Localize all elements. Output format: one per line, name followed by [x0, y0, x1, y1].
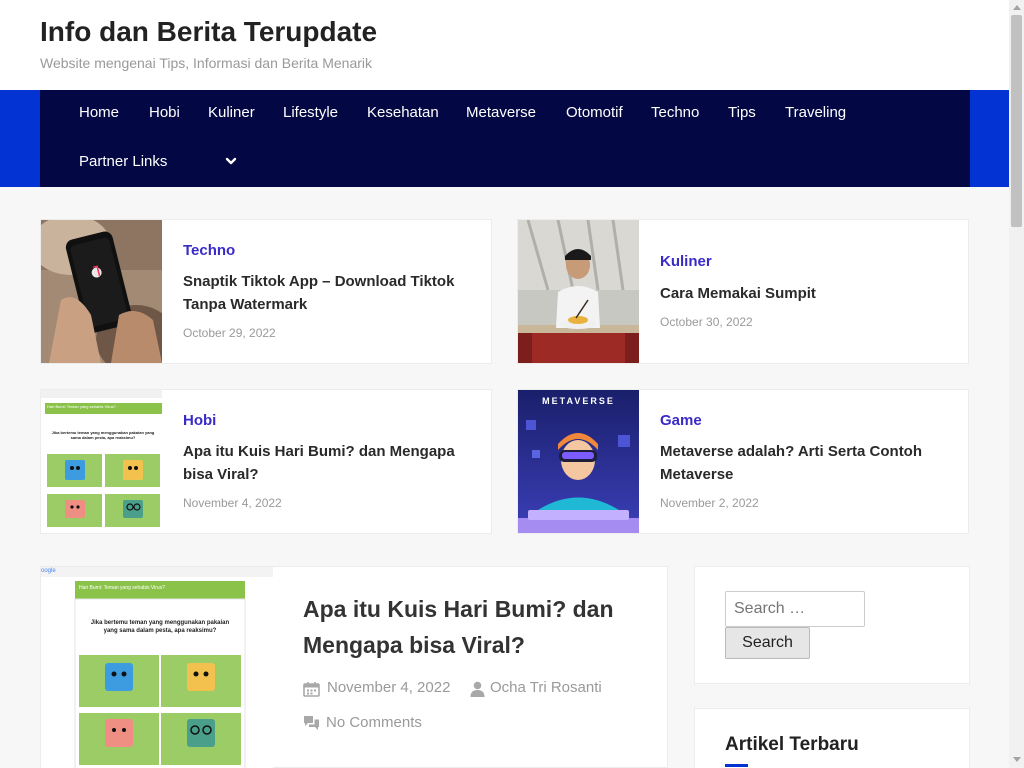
- search-input[interactable]: [725, 591, 865, 627]
- recent-articles-title: Artikel Terbaru: [725, 734, 859, 755]
- scrollbar-thumb[interactable]: [1011, 15, 1022, 227]
- post-title[interactable]: Apa itu Kuis Hari Bumi? dan Mengapa bisa…: [303, 591, 643, 663]
- thumbnail-man-eating[interactable]: [518, 220, 639, 363]
- card-category[interactable]: Hobi: [183, 412, 216, 429]
- thumbnail-tiktok-phone[interactable]: [41, 220, 162, 363]
- card-date: October 29, 2022: [183, 326, 276, 340]
- featured-card-snaptik[interactable]: Techno Snaptik Tiktok App – Download Tik…: [40, 219, 492, 364]
- card-title[interactable]: Apa itu Kuis Hari Bumi? dan Mengapa bisa…: [183, 440, 483, 486]
- thumbnail-metaverse[interactable]: METAVERSE: [518, 390, 639, 533]
- nav-item-otomotif[interactable]: Otomotif: [566, 104, 623, 121]
- post-comments[interactable]: No Comments: [326, 714, 422, 731]
- nav-band: Home Hobi Kuliner Lifestyle Kesehatan Me…: [0, 90, 1009, 187]
- card-title[interactable]: Metaverse adalah? Arti Serta Contoh Meta…: [660, 440, 960, 486]
- featured-card-sumpit[interactable]: Kuliner Cara Memakai Sumpit October 30, …: [517, 219, 969, 364]
- nav-item-metaverse[interactable]: Metaverse: [466, 104, 536, 121]
- thumbnail-kuis-hari-bumi[interactable]: Hari Bumi: Teman yang sehabis Virus? Jik…: [41, 390, 162, 533]
- page-scrollbar[interactable]: [1009, 0, 1024, 768]
- card-category[interactable]: Game: [660, 412, 702, 429]
- nav-item-hobi[interactable]: Hobi: [149, 104, 180, 121]
- nav-item-tips[interactable]: Tips: [728, 104, 756, 121]
- post-article: oogle Hari Bumi: Teman yang sehabis Viru…: [40, 566, 668, 768]
- main-navigation: Home Hobi Kuliner Lifestyle Kesehatan Me…: [40, 90, 970, 187]
- thumbnail-quiz-question: Jika bertemu teman yang menggunakan paka…: [51, 430, 155, 440]
- card-category[interactable]: Kuliner: [660, 253, 712, 270]
- post-thumbnail-kuis-hari-bumi[interactable]: oogle Hari Bumi: Teman yang sehabis Viru…: [41, 567, 273, 768]
- featured-card-metaverse[interactable]: METAVERSE Game Metaverse adalah? Arti Se…: [517, 389, 969, 534]
- nav-item-lifestyle[interactable]: Lifestyle: [283, 104, 338, 121]
- card-title[interactable]: Snaptik Tiktok App – Download Tiktok Tan…: [183, 270, 483, 316]
- card-date: November 4, 2022: [183, 496, 282, 510]
- scroll-down-arrow-icon[interactable]: [1013, 757, 1021, 762]
- nav-item-traveling[interactable]: Traveling: [785, 104, 846, 121]
- search-widget: Search: [694, 566, 970, 684]
- page: Info dan Berita Terupdate Website mengen…: [0, 0, 1009, 768]
- thumbnail-quiz-header: Hari Bumi: Teman yang sehabis Virus?: [79, 585, 165, 591]
- site-title[interactable]: Info dan Berita Terupdate: [40, 16, 377, 48]
- post-author[interactable]: Ocha Tri Rosanti: [490, 679, 602, 696]
- card-category[interactable]: Techno: [183, 242, 235, 259]
- thumbnail-quiz-header: Hari Bumi: Teman yang sehabis Virus?: [47, 404, 116, 409]
- search-button[interactable]: Search: [725, 627, 810, 659]
- user-icon: [470, 681, 485, 697]
- nav-item-home[interactable]: Home: [79, 104, 119, 121]
- thumbnail-brand: oogle: [41, 568, 56, 574]
- thumbnail-metaverse-banner: METAVERSE: [542, 396, 615, 406]
- widget-title-underline: [725, 764, 748, 767]
- card-date: November 2, 2022: [660, 496, 759, 510]
- chevron-down-icon[interactable]: [225, 154, 237, 168]
- site-description: Website mengenai Tips, Informasi dan Ber…: [40, 55, 373, 71]
- nav-item-techno[interactable]: Techno: [651, 104, 699, 121]
- post-date[interactable]: November 4, 2022: [327, 679, 450, 696]
- scroll-up-arrow-icon[interactable]: [1013, 5, 1021, 10]
- thumbnail-quiz-question: Jika bertemu teman yang menggunakan paka…: [90, 620, 230, 634]
- card-title[interactable]: Cara Memakai Sumpit: [660, 282, 960, 305]
- card-date: October 30, 2022: [660, 315, 753, 329]
- site-header: Info dan Berita Terupdate Website mengen…: [0, 0, 1009, 90]
- recent-articles-widget: Artikel Terbaru: [694, 708, 970, 768]
- nav-item-partner-links[interactable]: Partner Links: [79, 153, 167, 170]
- calendar-icon: [303, 682, 320, 697]
- nav-item-kuliner[interactable]: Kuliner: [208, 104, 255, 121]
- featured-card-kuis-hari-bumi[interactable]: Hari Bumi: Teman yang sehabis Virus? Jik…: [40, 389, 492, 534]
- nav-item-kesehatan[interactable]: Kesehatan: [367, 104, 439, 121]
- comments-icon: [304, 716, 319, 730]
